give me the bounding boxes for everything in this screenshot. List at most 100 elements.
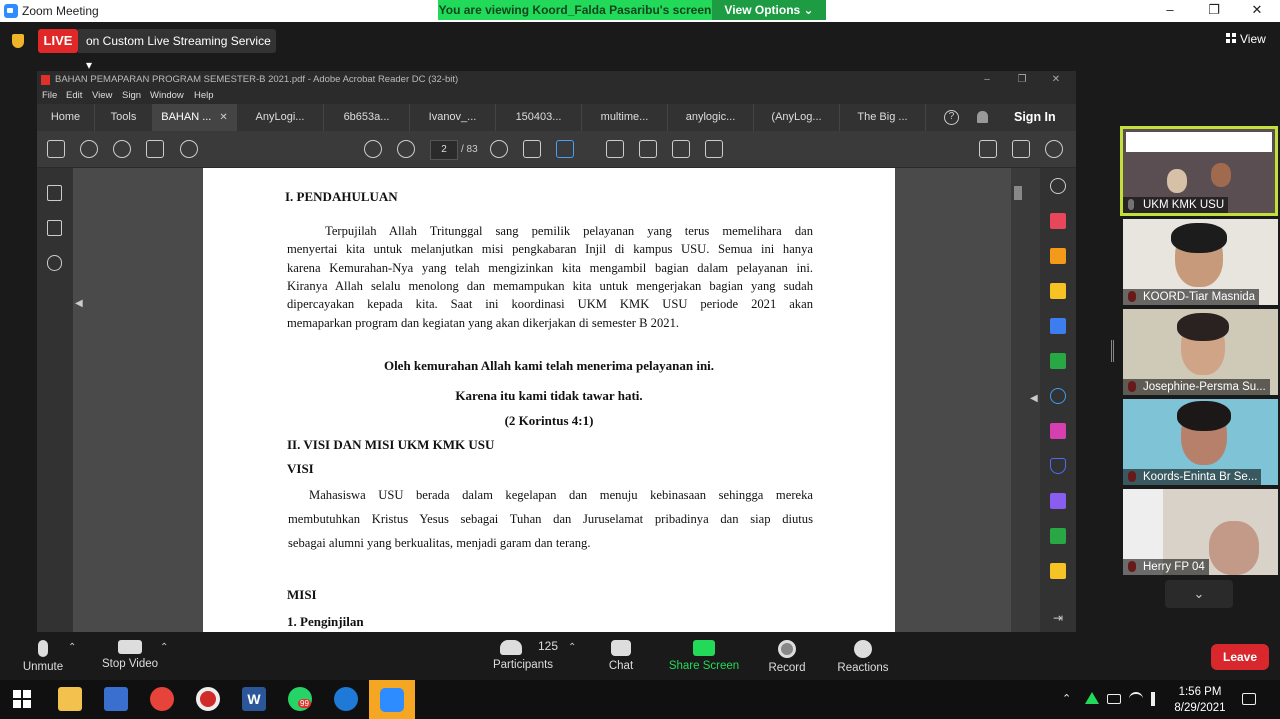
share-user-icon[interactable] bbox=[1045, 140, 1063, 158]
optimize-pdf-icon[interactable] bbox=[1050, 528, 1066, 544]
participant-tile[interactable]: KOORD-Tiar Masnida bbox=[1123, 219, 1278, 305]
tab-bahan[interactable]: BAHAN ... ✕ bbox=[153, 104, 237, 131]
fit-page-icon[interactable] bbox=[523, 140, 541, 158]
video-options-caret[interactable]: ⌃ bbox=[160, 642, 168, 653]
security-shield-icon[interactable] bbox=[12, 34, 24, 48]
sign-pen-icon[interactable] bbox=[672, 140, 690, 158]
acrobat-minimize[interactable]: – bbox=[972, 71, 1002, 89]
protect-icon[interactable] bbox=[1050, 458, 1066, 474]
record-app-icon[interactable] bbox=[196, 687, 220, 711]
send-review-icon[interactable] bbox=[1050, 388, 1066, 404]
tab-150403[interactable]: 150403... bbox=[496, 104, 582, 131]
edit-pdf-icon[interactable] bbox=[1050, 353, 1066, 369]
chrome-icon[interactable] bbox=[150, 687, 174, 711]
menu-sign[interactable]: Sign bbox=[122, 90, 141, 101]
view-button[interactable]: View bbox=[1226, 32, 1266, 46]
expand-rail-icon[interactable]: ⇥ bbox=[1050, 611, 1066, 627]
menu-view[interactable]: View bbox=[92, 90, 112, 101]
collapse-left-panel-icon[interactable]: ◀ bbox=[75, 298, 83, 309]
nvidia-tray-icon[interactable] bbox=[1085, 692, 1099, 704]
tab-close-icon[interactable]: ✕ bbox=[219, 112, 227, 123]
notifications-icon[interactable] bbox=[1242, 693, 1256, 705]
participant-tile[interactable]: UKM KMK USU bbox=[1120, 126, 1278, 216]
participant-tile[interactable]: Josephine-Persma Su... bbox=[1123, 309, 1278, 395]
leave-button[interactable]: Leave bbox=[1211, 644, 1269, 670]
tab-tools[interactable]: Tools bbox=[95, 104, 153, 131]
organize-pages-icon[interactable] bbox=[1050, 213, 1066, 229]
view-options-button[interactable]: View Options ⌄ bbox=[712, 0, 826, 20]
edge-icon[interactable] bbox=[334, 687, 358, 711]
bookmarks-icon[interactable] bbox=[47, 220, 62, 236]
menu-edit[interactable]: Edit bbox=[66, 90, 82, 101]
word-icon[interactable]: W bbox=[242, 687, 266, 711]
link-icon[interactable] bbox=[979, 140, 997, 158]
email-icon[interactable] bbox=[1012, 140, 1030, 158]
previous-page-icon[interactable] bbox=[364, 140, 382, 158]
upload-icon[interactable] bbox=[113, 140, 131, 158]
zoom-taskbar-active[interactable] bbox=[369, 680, 415, 719]
share-screen-button[interactable]: Share Screen bbox=[668, 632, 740, 680]
sign-in-button[interactable]: Sign In bbox=[1014, 104, 1056, 131]
unmute-button[interactable]: Unmute bbox=[14, 632, 72, 680]
combine-files-icon[interactable] bbox=[1050, 318, 1066, 334]
comment-icon[interactable] bbox=[606, 140, 624, 158]
menu-window[interactable]: Window bbox=[150, 90, 184, 101]
whatsapp-icon[interactable]: 99 bbox=[288, 687, 312, 711]
speaker-icon[interactable] bbox=[1151, 692, 1165, 706]
tray-overflow-icon[interactable]: ⌃ bbox=[1062, 692, 1076, 706]
system-clock[interactable]: 1:56 PM 8/29/2021 bbox=[1170, 684, 1230, 716]
tab-anylogi[interactable]: AnyLogi... bbox=[237, 104, 324, 131]
file-explorer-icon[interactable] bbox=[58, 687, 82, 711]
attachments-icon[interactable] bbox=[47, 255, 62, 271]
menu-help[interactable]: Help bbox=[194, 90, 214, 101]
acrobat-restore[interactable]: ❐ bbox=[1007, 71, 1037, 89]
restore-button[interactable]: ❐ bbox=[1194, 1, 1234, 21]
print-icon[interactable] bbox=[146, 140, 164, 158]
tab-anylogic[interactable]: anylogic... bbox=[668, 104, 754, 131]
reactions-button[interactable]: Reactions bbox=[834, 632, 892, 680]
collapse-right-panel-icon[interactable]: ◀ bbox=[1030, 393, 1038, 404]
participant-tile[interactable]: Koords-Eninta Br Se... bbox=[1123, 399, 1278, 485]
live-stream-dropdown[interactable]: on Custom Live Streaming Service ▾ bbox=[78, 29, 276, 72]
notification-bell-icon[interactable] bbox=[977, 111, 988, 123]
microsoft-store-icon[interactable] bbox=[104, 687, 128, 711]
tab-multime[interactable]: multime... bbox=[582, 104, 668, 131]
bookmark-star-icon[interactable] bbox=[80, 140, 98, 158]
document-scrollbar[interactable] bbox=[1011, 168, 1025, 632]
gallery-next-page-button[interactable]: ⌄ bbox=[1165, 580, 1233, 608]
next-page-icon[interactable] bbox=[397, 140, 415, 158]
fill-sign-icon[interactable] bbox=[1050, 423, 1066, 439]
scrollbar-thumb[interactable] bbox=[1014, 186, 1022, 200]
stop-video-button[interactable]: Stop Video bbox=[96, 632, 164, 680]
acrobat-close[interactable]: ✕ bbox=[1041, 71, 1071, 89]
tab-6b653a[interactable]: 6b653a... bbox=[324, 104, 410, 131]
gallery-splitter-handle[interactable] bbox=[1111, 340, 1114, 362]
more-tools-icon[interactable] bbox=[1050, 563, 1066, 579]
scroll-mode-icon[interactable] bbox=[556, 140, 574, 158]
help-icon[interactable]: ? bbox=[944, 110, 959, 125]
export-pdf-icon[interactable] bbox=[1050, 248, 1066, 264]
save-icon[interactable] bbox=[47, 140, 65, 158]
participant-tile[interactable]: Herry FP 04 bbox=[1123, 489, 1278, 575]
battery-icon[interactable] bbox=[1107, 694, 1121, 704]
tab-the-big[interactable]: The Big ... bbox=[840, 104, 926, 131]
tab-home[interactable]: Home bbox=[37, 104, 95, 131]
stamp-icon[interactable] bbox=[705, 140, 723, 158]
tab-anylog-paren[interactable]: (AnyLog... bbox=[754, 104, 840, 131]
minimize-button[interactable]: – bbox=[1150, 1, 1190, 21]
page-number-input[interactable]: 2 bbox=[430, 140, 458, 160]
tab-ivanov[interactable]: Ivanov_... bbox=[410, 104, 496, 131]
record-button[interactable]: Record bbox=[764, 632, 810, 680]
audio-options-caret[interactable]: ⌃ bbox=[68, 642, 76, 653]
live-badge[interactable]: LIVE bbox=[38, 29, 78, 53]
close-button[interactable]: ✕ bbox=[1237, 1, 1277, 21]
page-thumbnails-icon[interactable] bbox=[47, 185, 62, 201]
windows-start-icon[interactable] bbox=[11, 687, 35, 711]
zoom-in-icon[interactable] bbox=[1050, 178, 1066, 194]
chat-button[interactable]: Chat bbox=[598, 632, 644, 680]
wifi-icon[interactable] bbox=[1129, 692, 1143, 706]
request-signature-icon[interactable] bbox=[1050, 493, 1066, 509]
highlight-pen-icon[interactable] bbox=[639, 140, 657, 158]
menu-file[interactable]: File bbox=[42, 90, 57, 101]
zoom-out-search-icon[interactable] bbox=[180, 140, 198, 158]
